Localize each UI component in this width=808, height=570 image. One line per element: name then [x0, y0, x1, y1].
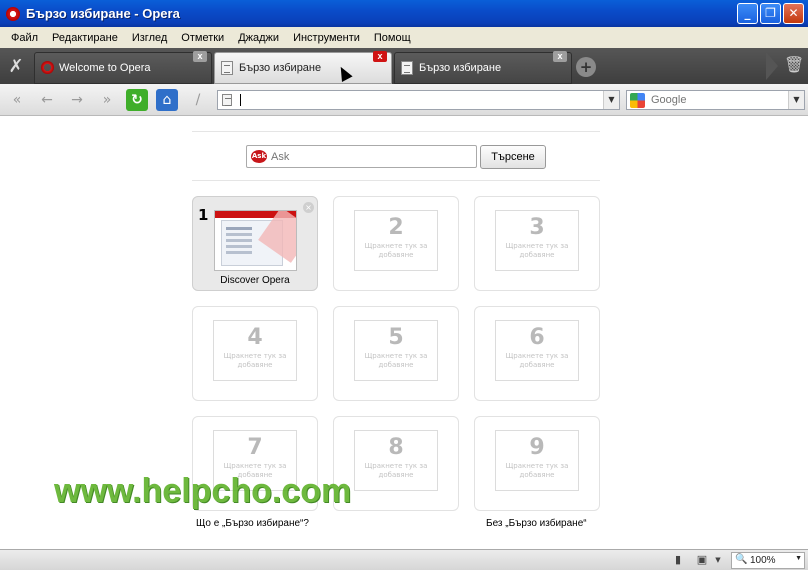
address-field[interactable]: ▼ — [217, 90, 620, 110]
magnifier-icon: 🔍 — [735, 554, 748, 565]
camera-icon[interactable]: ▣ — [694, 553, 710, 567]
tab-label: Бързо избиране — [239, 62, 322, 74]
address-input[interactable] — [240, 92, 600, 108]
menu-widgets[interactable]: Джаджи — [231, 32, 286, 44]
new-tab-button[interactable]: + — [576, 57, 596, 77]
speed-dial-search-field[interactable]: Ask — [246, 145, 477, 168]
chevron-down-icon[interactable]: ▼ — [788, 91, 804, 109]
forward-button[interactable]: → — [66, 89, 88, 111]
minimize-button[interactable]: _ — [737, 3, 758, 24]
speed-dial-5[interactable]: 5 Щракнете тук за добавяне — [333, 306, 459, 401]
disable-speed-dial-link[interactable]: Без „Бързо избиране“ — [486, 518, 587, 529]
dial-number: 8 — [388, 435, 404, 460]
speed-dial-search-input[interactable] — [271, 149, 466, 164]
speed-dial-1[interactable]: 1 × Discover Opera — [192, 196, 318, 291]
google-icon[interactable] — [630, 93, 645, 108]
dial-number: 5 — [388, 325, 404, 350]
speed-dial-3[interactable]: 3 Щракнете тук за добавяне — [474, 196, 600, 291]
maximize-button[interactable]: ❐ — [760, 3, 781, 24]
menu-edit[interactable]: Редактиране — [45, 32, 125, 44]
page-icon — [401, 61, 413, 75]
zoom-level: 100% — [750, 555, 776, 566]
menu-tools[interactable]: Инструменти — [286, 32, 367, 44]
dial-number: 1 — [198, 206, 209, 224]
speed-dial-9[interactable]: 9 Щракнете тук за добавяне — [474, 416, 600, 511]
menu-view[interactable]: Изглед — [125, 32, 174, 44]
chevron-down-icon[interactable]: ▼ — [795, 555, 802, 562]
chevron-down-icon[interactable]: ▼ — [710, 553, 726, 567]
tab-bar: ✗ Welcome to Opera x Бързо избиране x Бъ… — [0, 48, 808, 84]
divider — [192, 180, 600, 181]
tab-arrow-icon — [766, 52, 778, 80]
device-icon[interactable]: ▮ — [670, 553, 686, 567]
window-controls: _ ❐ ✕ — [737, 3, 804, 24]
dial-hint: Щракнете тук за добавяне — [364, 462, 428, 479]
what-is-speed-dial-link[interactable]: Що е „Бързо избиране“? — [196, 518, 309, 529]
speed-dial-2[interactable]: 2 Щракнете тук за добавяне — [333, 196, 459, 291]
dial-hint: Щракнете тук за добавяне — [505, 242, 569, 259]
tools-menu-icon[interactable]: ✗ — [2, 53, 30, 81]
divider — [192, 131, 600, 132]
tab-speed-dial[interactable]: Бързо избиране x — [394, 51, 572, 84]
tab-label: Бързо избиране — [419, 62, 502, 74]
dial-hint: Щракнете тук за добавяне — [505, 462, 569, 479]
address-toolbar: « ← → » ↻ ⌂ / ▼ ▼ — [0, 84, 808, 116]
text-caret — [240, 94, 241, 106]
menu-help[interactable]: Помощ — [367, 32, 418, 44]
reload-button[interactable]: ↻ — [126, 89, 148, 111]
menu-bookmarks[interactable]: Отметки — [174, 32, 231, 44]
dial-number: 3 — [529, 215, 545, 240]
watermark-logo: www.helpcho.com — [54, 472, 352, 510]
dial-number: 7 — [247, 435, 263, 460]
tab-close-icon[interactable]: x — [373, 51, 387, 62]
menu-bar: Файл Редактиране Изглед Отметки Джаджи И… — [0, 27, 808, 48]
search-button[interactable]: Търсене — [480, 145, 546, 169]
tab-close-icon[interactable]: x — [193, 51, 207, 62]
page-icon — [221, 61, 233, 75]
chevron-down-icon[interactable]: ▼ — [603, 91, 619, 109]
dial-thumbnail — [214, 210, 297, 271]
search-input[interactable] — [651, 92, 781, 108]
tab-close-icon[interactable]: x — [553, 51, 567, 62]
dial-hint: Щракнете тук за добавяне — [505, 352, 569, 369]
dial-hint: Щракнете тук за добавяне — [223, 352, 287, 369]
zoom-control[interactable]: 🔍 100% ▼ — [731, 552, 805, 569]
dial-hint: Щракнете тук за добавяне — [364, 242, 428, 259]
page-icon — [222, 94, 232, 106]
opera-icon — [41, 61, 54, 74]
dial-number: 4 — [247, 325, 263, 350]
tab-welcome[interactable]: Welcome to Opera x — [34, 51, 212, 84]
title-bar: Бързо избиране - Opera _ ❐ ✕ — [0, 0, 808, 27]
dial-close-icon[interactable]: × — [303, 202, 314, 213]
dial-number: 6 — [529, 325, 545, 350]
ask-icon: Ask — [251, 150, 267, 163]
dial-title: Discover Opera — [220, 275, 290, 286]
rewind-button[interactable]: « — [6, 89, 28, 111]
dial-hint: Щракнете тук за добавяне — [364, 352, 428, 369]
speed-dial-4[interactable]: 4 Щракнете тук за добавяне — [192, 306, 318, 401]
opera-icon — [6, 6, 20, 21]
dial-number: 2 — [388, 215, 404, 240]
speed-dial-8[interactable]: 8 Щракнете тук за добавяне — [333, 416, 459, 511]
trash-icon[interactable]: 🗑 — [784, 55, 804, 77]
home-button[interactable]: ⌂ — [156, 89, 178, 111]
dial-number: 9 — [529, 435, 545, 460]
speed-dial-page: Ask Търсене 1 × Discover Opera 2 Щракнете… — [0, 117, 808, 549]
tab-speed-dial-active[interactable]: Бързо избиране x — [214, 51, 392, 84]
back-button[interactable]: ← — [36, 89, 58, 111]
close-button[interactable]: ✕ — [783, 3, 804, 24]
speed-dial-6[interactable]: 6 Щракнете тук за добавяне — [474, 306, 600, 401]
edit-icon[interactable]: / — [187, 89, 209, 111]
fast-forward-button[interactable]: » — [96, 89, 118, 111]
menu-file[interactable]: Файл — [4, 32, 45, 44]
window-title: Бързо избиране - Opera — [26, 6, 180, 21]
search-field[interactable]: ▼ — [626, 90, 805, 110]
status-bar: ▮ ▣ ▼ 🔍 100% ▼ — [0, 549, 808, 570]
tab-label: Welcome to Opera — [59, 62, 151, 74]
